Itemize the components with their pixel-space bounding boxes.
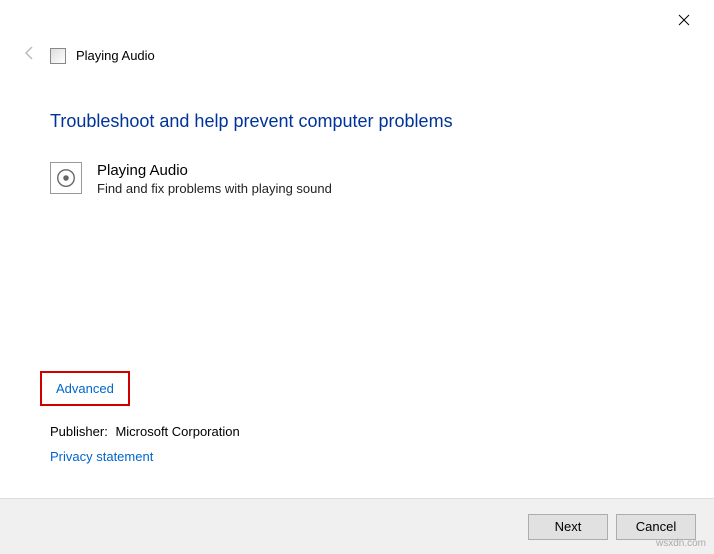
back-arrow-icon[interactable] (20, 45, 40, 66)
publisher-value: Microsoft Corporation (115, 424, 239, 439)
item-title: Playing Audio (97, 162, 332, 179)
watermark: wsxdn.com (656, 538, 706, 549)
advanced-highlight: Advanced (40, 371, 130, 406)
cancel-button[interactable]: Cancel (616, 514, 696, 540)
item-description: Find and fix problems with playing sound (97, 181, 332, 196)
window-title: Playing Audio (76, 48, 155, 63)
main-content: Troubleshoot and help prevent computer p… (0, 111, 714, 196)
close-icon[interactable] (669, 5, 699, 35)
title-bar (0, 0, 714, 40)
troubleshooter-icon (50, 48, 66, 64)
header-row: Playing Audio (0, 40, 714, 86)
troubleshooter-item: Playing Audio Find and fix problems with… (50, 162, 664, 196)
audio-icon (50, 162, 82, 194)
advanced-link[interactable]: Advanced (56, 381, 114, 396)
publisher-row: Publisher: Microsoft Corporation (50, 424, 240, 439)
privacy-link[interactable]: Privacy statement (50, 449, 153, 464)
publisher-label: Publisher: (50, 424, 108, 439)
page-headline: Troubleshoot and help prevent computer p… (50, 111, 664, 132)
footer-bar: Next Cancel (0, 498, 714, 554)
lower-section: Advanced Publisher: Microsoft Corporatio… (50, 371, 240, 464)
next-button[interactable]: Next (528, 514, 608, 540)
